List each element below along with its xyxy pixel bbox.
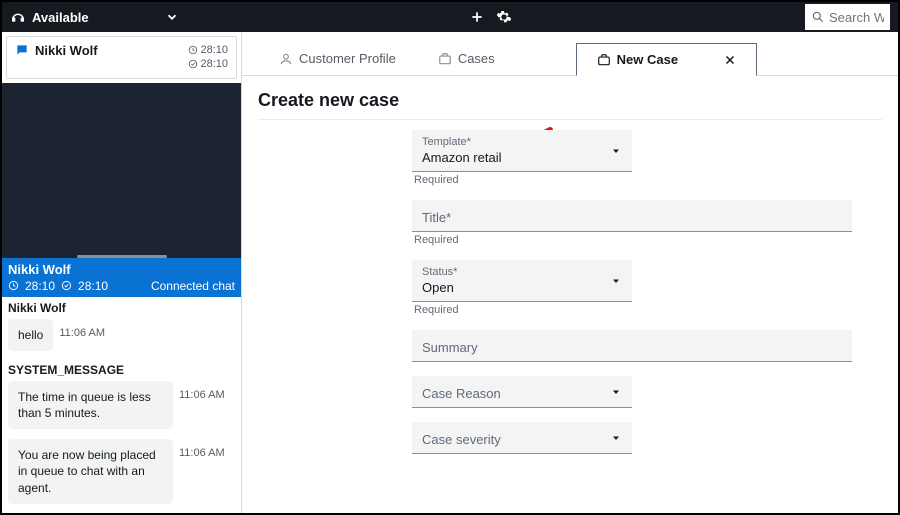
profile-icon <box>279 52 293 66</box>
search-icon <box>811 10 825 24</box>
status-select[interactable]: Status* Open <box>412 260 632 302</box>
status-chevron-down-icon[interactable] <box>159 10 185 24</box>
cases-icon <box>597 53 611 67</box>
close-tab-button[interactable] <box>724 54 736 66</box>
tab-cases[interactable]: Cases <box>417 42 516 75</box>
status-icon <box>10 9 26 25</box>
tab-new-case[interactable]: New Case <box>576 43 757 76</box>
chevron-down-icon <box>610 386 622 398</box>
chevron-down-icon <box>610 275 622 287</box>
contact-times: 28:10 28:10 <box>188 43 228 72</box>
summary-input[interactable]: Summary <box>412 330 852 362</box>
contact-name: Nikki Wolf <box>29 43 188 58</box>
chat-message: You are now being placed in queue to cha… <box>2 437 241 512</box>
template-select[interactable]: Template* Amazon retail <box>412 130 632 172</box>
chevron-down-icon <box>610 432 622 444</box>
top-bar: Available <box>2 2 898 32</box>
left-column: Nikki Wolf 28:10 28:10 Nikki Wolf <box>2 32 242 513</box>
required-hint: Required <box>412 174 882 186</box>
chat-message: The time in queue is less than 5 minutes… <box>2 379 241 437</box>
chat-icon <box>15 43 29 57</box>
right-column: Customer Profile Cases New Case <box>242 32 898 513</box>
global-search[interactable] <box>805 4 890 30</box>
cases-icon <box>438 52 452 66</box>
chevron-down-icon <box>610 145 622 157</box>
search-input[interactable] <box>829 10 884 25</box>
agent-status-label: Available <box>32 10 89 25</box>
contact-card[interactable]: Nikki Wolf 28:10 28:10 <box>6 36 237 79</box>
resize-handle[interactable] <box>77 255 167 258</box>
add-button[interactable] <box>464 10 490 24</box>
chat-sender: SYSTEM_MESSAGE <box>2 359 241 379</box>
chat-transcript: Nikki Wolf hello 11:06 AM SYSTEM_MESSAGE… <box>2 297 241 513</box>
tab-customer-profile[interactable]: Customer Profile <box>258 42 417 75</box>
required-hint: Required <box>412 234 882 246</box>
active-contact-bar[interactable]: Nikki Wolf 28:10 28:10 Connected chat <box>2 258 241 297</box>
dark-panel <box>2 83 241 258</box>
chat-message: hello 11:06 AM <box>2 317 241 359</box>
tab-bar: Customer Profile Cases New Case <box>242 32 898 76</box>
create-case-form: Template* Amazon retail Required Title* … <box>242 130 898 476</box>
agent-status[interactable]: Available <box>10 9 89 25</box>
chat-sender: Nikki Wolf <box>2 297 241 317</box>
case-reason-select[interactable]: Case Reason <box>412 376 632 408</box>
title-input[interactable]: Title* <box>412 200 852 232</box>
case-severity-select[interactable]: Case severity <box>412 422 632 454</box>
connection-status: Connected chat <box>151 279 235 293</box>
settings-button[interactable] <box>490 9 518 25</box>
active-contact-name: Nikki Wolf <box>8 262 235 277</box>
page-title: Create new case <box>242 76 898 119</box>
required-hint: Required <box>412 304 882 316</box>
